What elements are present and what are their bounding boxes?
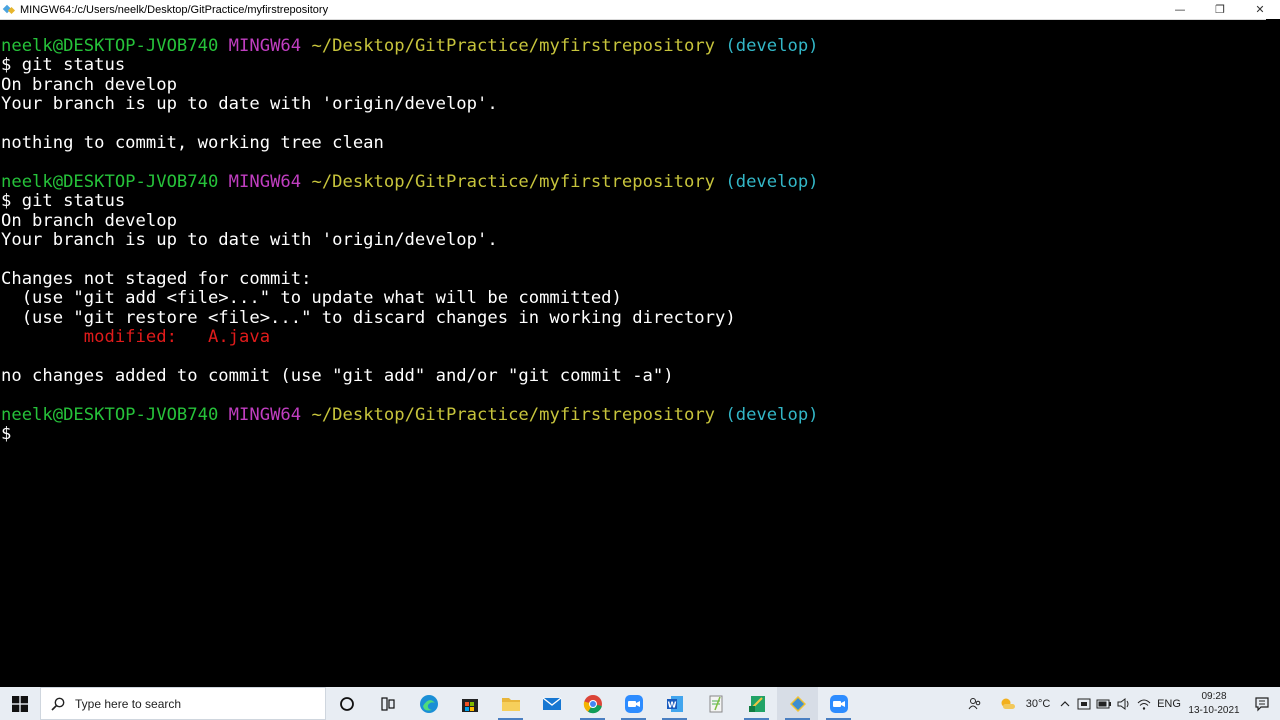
output-line: nothing to commit, working tree clean xyxy=(1,133,384,153)
people-icon[interactable] xyxy=(954,687,996,720)
terminal-output[interactable]: neelk@DESKTOP-JVOB740 MINGW64 ~/Desktop/… xyxy=(0,37,1266,687)
output-line: Changes not staged for commit: xyxy=(1,268,312,289)
output-line: On branch develop xyxy=(1,210,177,231)
window-titlebar[interactable]: MINGW64:/c/Users/neelk/Desktop/GitPracti… xyxy=(0,0,1280,20)
zoom-meeting-icon[interactable] xyxy=(818,687,859,720)
prompt-symbol: $ xyxy=(1,191,12,212)
search-placeholder: Type here to search xyxy=(75,696,182,711)
command-line: $ git status xyxy=(1,56,125,75)
volume-icon[interactable] xyxy=(1114,687,1134,720)
prompt-path: ~/Desktop/GitPractice/myfirstrepository xyxy=(311,404,716,425)
taskbar: Type here to search W 30°C ENG 09:28 13-… xyxy=(0,687,1280,720)
git-bash-icon[interactable] xyxy=(777,687,818,720)
edge-icon[interactable] xyxy=(408,687,449,720)
language-indicator[interactable]: ENG xyxy=(1154,687,1184,720)
prompt-system: MINGW64 xyxy=(228,36,302,56)
prompt-branch: (develop) xyxy=(725,36,819,56)
start-button[interactable] xyxy=(0,687,40,720)
weather-temp[interactable]: 30°C xyxy=(1020,687,1056,720)
word-icon[interactable]: W xyxy=(654,687,695,720)
maximize-button[interactable]: ❐ xyxy=(1200,0,1240,19)
command-line[interactable]: $ xyxy=(1,425,11,444)
taskbar-clock[interactable]: 09:28 13-10-2021 xyxy=(1184,690,1244,718)
close-button[interactable]: ✕ xyxy=(1240,0,1280,19)
prompt-branch: (develop) xyxy=(725,171,819,192)
modified-file-line: modified: A.java xyxy=(1,328,270,347)
task-view-icon[interactable] xyxy=(367,687,408,720)
prompt-system: MINGW64 xyxy=(228,404,302,425)
prompt-system: MINGW64 xyxy=(228,171,302,192)
prompt-line: neelk@DESKTOP-JVOB740 MINGW64 ~/Desktop/… xyxy=(1,171,819,192)
output-line: On branch develop xyxy=(1,74,177,95)
prompt-user: neelk@DESKTOP-JVOB740 xyxy=(1,404,219,425)
command-text: git status xyxy=(21,191,126,212)
clock-time: 09:28 xyxy=(1201,690,1227,702)
zoom-icon[interactable] xyxy=(613,687,654,720)
window-title: MINGW64:/c/Users/neelk/Desktop/GitPracti… xyxy=(20,3,329,16)
prompt-symbol: $ xyxy=(1,55,12,76)
svg-text:W: W xyxy=(667,700,676,709)
file-explorer-icon[interactable] xyxy=(490,687,531,720)
mail-icon[interactable] xyxy=(531,687,572,720)
prompt-line: neelk@DESKTOP-JVOB740 MINGW64 ~/Desktop/… xyxy=(1,404,819,425)
minimize-button[interactable]: — xyxy=(1160,0,1200,19)
window-controls: — ❐ ✕ xyxy=(1160,0,1280,19)
command-text: git status xyxy=(21,55,126,76)
weather-icon[interactable] xyxy=(996,687,1020,720)
notification-icon[interactable] xyxy=(1244,687,1280,720)
command-line: $ git status xyxy=(1,192,125,211)
show-hidden-icons-chevron-icon[interactable] xyxy=(1056,687,1074,720)
prompt-path: ~/Desktop/GitPractice/myfirstrepository xyxy=(311,171,716,192)
wifi-icon[interactable] xyxy=(1134,687,1154,720)
excel-icon[interactable] xyxy=(736,687,777,720)
prompt-path: ~/Desktop/GitPractice/myfirstrepository xyxy=(311,36,716,56)
terminal-scrollbar[interactable] xyxy=(1266,19,1280,687)
battery-icon[interactable] xyxy=(1094,687,1114,720)
clock-date: 13-10-2021 xyxy=(1188,704,1240,716)
output-line: Your branch is up to date with 'origin/d… xyxy=(1,230,498,250)
prompt-symbol: $ xyxy=(1,424,12,444)
prompt-user: neelk@DESKTOP-JVOB740 xyxy=(1,36,219,56)
security-icon[interactable] xyxy=(1074,687,1094,720)
prompt-line: neelk@DESKTOP-JVOB740 MINGW64 ~/Desktop/… xyxy=(1,37,819,56)
output-line: (use "git restore <file>..." to discard … xyxy=(1,307,736,328)
taskbar-search[interactable]: Type here to search xyxy=(40,687,326,720)
modified-label: modified: xyxy=(1,327,208,347)
store-icon[interactable] xyxy=(449,687,490,720)
windows-icon xyxy=(12,695,28,712)
cortana-icon[interactable] xyxy=(326,687,367,720)
search-icon xyxy=(51,697,65,711)
output-line: no changes added to commit (use "git add… xyxy=(1,365,674,386)
prompt-branch: (develop) xyxy=(725,404,819,425)
git-bash-app-icon xyxy=(4,4,16,16)
modified-file-name: A.java xyxy=(207,327,271,347)
chrome-icon[interactable] xyxy=(572,687,613,720)
prompt-user: neelk@DESKTOP-JVOB740 xyxy=(1,171,219,192)
output-line: Your branch is up to date with 'origin/d… xyxy=(1,94,498,115)
output-line: (use "git add <file>..." to update what … xyxy=(1,288,622,309)
notepad-icon[interactable] xyxy=(695,687,736,720)
system-tray: 30°C ENG 09:28 13-10-2021 xyxy=(954,687,1280,720)
